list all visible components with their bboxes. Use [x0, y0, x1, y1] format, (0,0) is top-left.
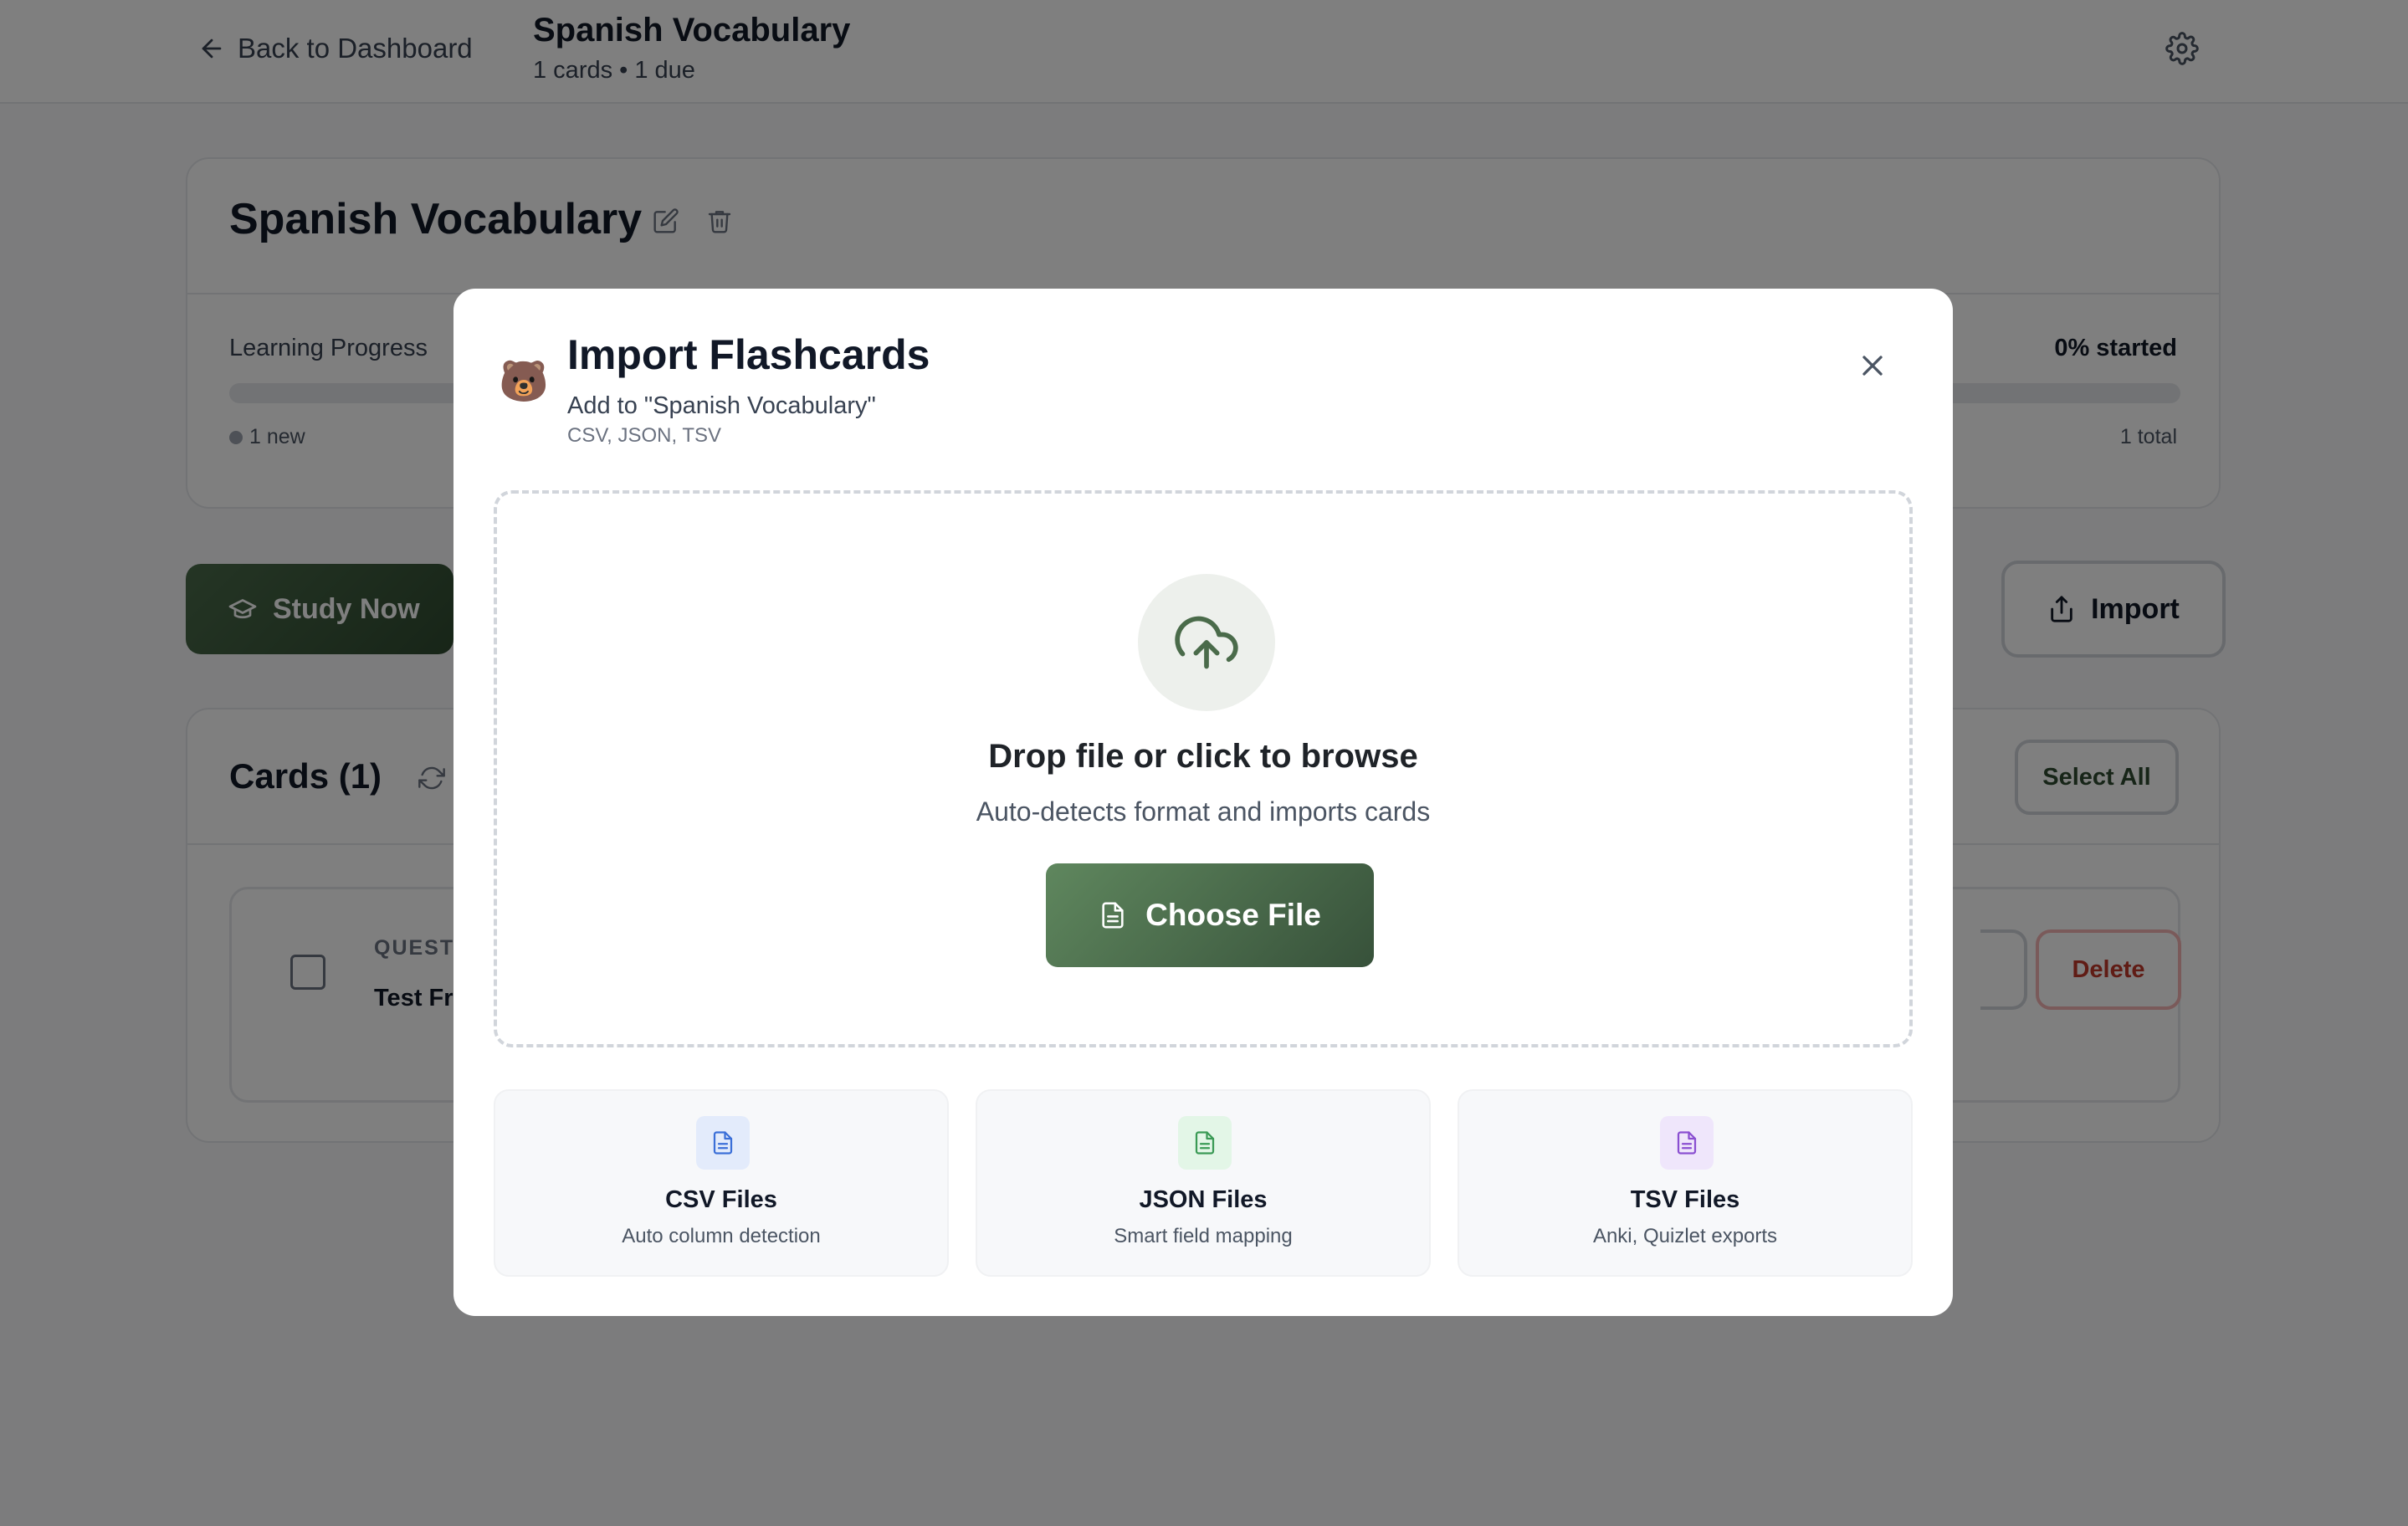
file-type-desc: Anki, Quizlet exports	[1592, 1225, 1778, 1247]
json-file-icon	[1178, 1116, 1232, 1170]
modal-title: Import Flashcards	[567, 331, 930, 378]
file-type-desc: Auto column detection	[622, 1225, 821, 1247]
csv-file-icon	[696, 1116, 750, 1170]
choose-file-label: Choose File	[1145, 898, 1321, 932]
file-type-name: TSV Files	[1630, 1186, 1740, 1213]
file-dropzone[interactable]: Drop file or click to browse Auto-detect…	[494, 490, 1913, 1047]
supported-formats: CSV, JSON, TSV	[567, 424, 722, 447]
file-text-icon	[1102, 902, 1124, 929]
dropzone-subtitle: Auto-detects format and imports cards	[976, 796, 1431, 827]
import-modal: 🐻 Import Flashcards Add to "Spanish Voca…	[453, 289, 1953, 1316]
file-type-desc: Smart field mapping	[1114, 1225, 1293, 1247]
modal-subtitle: Add to "Spanish Vocabulary"	[567, 392, 876, 419]
choose-file-button[interactable]: Choose File	[1046, 863, 1374, 967]
file-type-card-csv: CSV Files Auto column detection	[494, 1089, 949, 1277]
tsv-file-icon	[1660, 1116, 1714, 1170]
file-type-card-json: JSON Files Smart field mapping	[976, 1089, 1431, 1277]
cloud-upload-icon	[1175, 616, 1238, 669]
bear-mascot-icon: 🐻	[499, 360, 549, 404]
file-type-name: CSV Files	[665, 1186, 777, 1213]
close-icon[interactable]	[1856, 349, 1889, 382]
upload-icon-circle	[1138, 574, 1275, 711]
file-type-card-tsv: TSV Files Anki, Quizlet exports	[1458, 1089, 1913, 1277]
file-type-name: JSON Files	[1139, 1186, 1268, 1213]
dropzone-title: Drop file or click to browse	[988, 738, 1418, 775]
